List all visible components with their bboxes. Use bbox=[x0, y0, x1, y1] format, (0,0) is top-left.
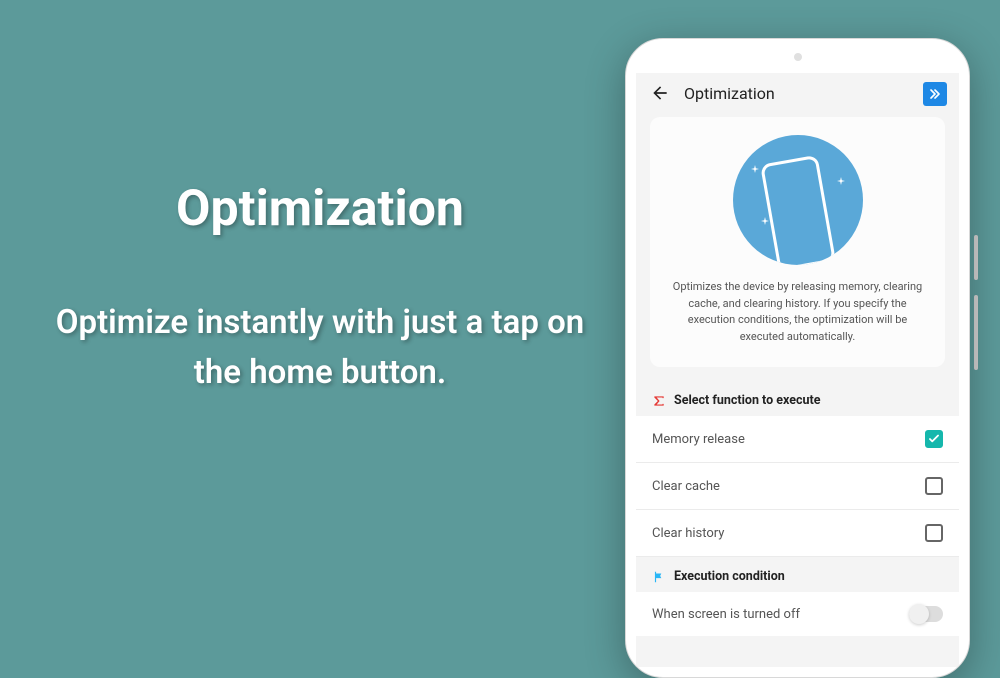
checkbox-icon[interactable] bbox=[925, 477, 943, 495]
list-item-label: When screen is turned off bbox=[652, 607, 800, 622]
app-bar: Optimization bbox=[636, 73, 959, 117]
phone-frame: Optimization Optimizes the device by rel… bbox=[625, 38, 970, 678]
list-item-label: Clear history bbox=[652, 526, 724, 541]
list-item-label: Clear cache bbox=[652, 479, 720, 494]
sparkle-icon bbox=[837, 177, 845, 185]
section-title-conditions: Execution condition bbox=[674, 569, 785, 584]
promo-title: Optimization bbox=[40, 180, 600, 238]
checkbox-icon[interactable] bbox=[925, 430, 943, 448]
condition-row-screen-off[interactable]: When screen is turned off bbox=[636, 592, 959, 636]
phone-power-button bbox=[974, 235, 978, 280]
list-item-label: Memory release bbox=[652, 432, 745, 447]
run-button[interactable] bbox=[923, 82, 947, 106]
function-row-clear-history[interactable]: Clear history bbox=[636, 510, 959, 557]
hero-card: Optimizes the device by releasing memory… bbox=[650, 117, 945, 367]
back-icon[interactable] bbox=[650, 83, 670, 103]
checkbox-icon[interactable] bbox=[925, 524, 943, 542]
sparkle-icon bbox=[761, 217, 769, 225]
app-bar-title: Optimization bbox=[684, 84, 775, 103]
sparkle-icon bbox=[751, 165, 759, 173]
function-row-memory-release[interactable]: Memory release bbox=[636, 416, 959, 463]
section-title-functions: Select function to execute bbox=[674, 393, 821, 408]
promo-panel: Optimization Optimize instantly with jus… bbox=[40, 180, 600, 397]
phone-screen: Optimization Optimizes the device by rel… bbox=[636, 73, 959, 667]
flag-icon bbox=[652, 570, 666, 584]
hero-description: Optimizes the device by releasing memory… bbox=[672, 279, 923, 345]
chevron-double-right-icon bbox=[927, 86, 943, 102]
function-row-clear-cache[interactable]: Clear cache bbox=[636, 463, 959, 510]
promo-subtitle: Optimize instantly with just a tap on th… bbox=[40, 298, 600, 397]
sigma-icon bbox=[652, 394, 666, 408]
hero-illustration bbox=[733, 135, 863, 265]
section-header-functions: Select function to execute bbox=[636, 385, 959, 416]
phone-volume-button bbox=[974, 295, 978, 370]
section-header-conditions: Execution condition bbox=[636, 561, 959, 592]
